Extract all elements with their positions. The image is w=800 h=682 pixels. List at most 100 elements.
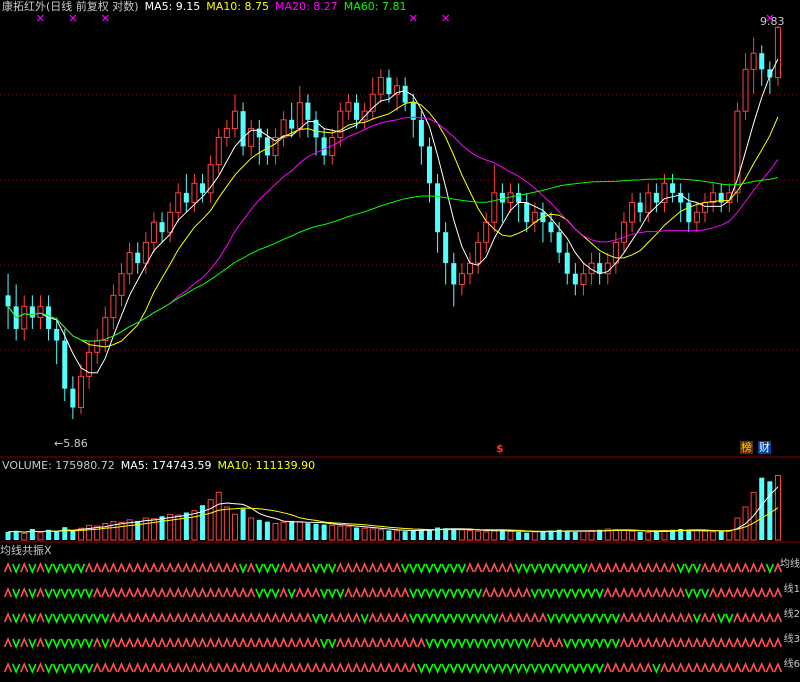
signal-4-36 <box>295 661 304 673</box>
signal-4-33 <box>271 661 280 673</box>
signal-0-37 <box>303 561 313 573</box>
signal-0-30 <box>247 561 256 573</box>
signal-1-33 <box>271 588 280 600</box>
volume-bar-38 <box>313 523 319 540</box>
signal-1-90 <box>733 586 742 598</box>
volume-bar-26 <box>215 491 222 541</box>
volume-bar-85 <box>693 529 700 541</box>
signal-2-9 <box>76 613 86 625</box>
signal-2-24 <box>198 611 207 623</box>
signal-0-56 <box>457 563 467 575</box>
signal-3-11 <box>93 636 102 648</box>
candle-body-13 <box>110 294 117 319</box>
signal-2-66 <box>538 611 548 623</box>
signal-0-3 <box>28 563 37 575</box>
signal-3-43 <box>352 636 361 648</box>
signal-2-49 <box>401 611 410 623</box>
signal-1-58 <box>473 588 483 600</box>
signal-1-70 <box>571 588 580 600</box>
signal-3-62 <box>506 638 515 650</box>
volume-bar-71 <box>580 530 587 541</box>
signal-4-34 <box>279 661 288 673</box>
signal-3-1 <box>12 638 21 650</box>
signal-0-89 <box>725 561 734 573</box>
signal-1-1 <box>12 588 21 600</box>
volume-bar-30 <box>248 517 255 541</box>
signal-3-24 <box>198 636 207 648</box>
signal-0-7 <box>60 563 69 575</box>
signal-row-label-0: 均线 <box>780 559 800 570</box>
signal-4-82 <box>668 661 677 673</box>
signal-1-25 <box>206 586 215 598</box>
signal-0-49 <box>401 563 410 575</box>
candle-body-86 <box>701 202 709 213</box>
signal-3-66 <box>538 636 548 648</box>
signal-2-29 <box>238 611 248 623</box>
signal-2-16 <box>133 611 142 623</box>
signal-2-19 <box>157 611 167 623</box>
rank-badge[interactable]: 榜 <box>740 441 753 454</box>
candle-body-28 <box>231 110 238 130</box>
signal-4-55 <box>449 663 458 675</box>
volume-bar-63 <box>516 531 522 540</box>
dollar-marker[interactable]: $ <box>496 443 504 455</box>
signal-3-42 <box>344 636 353 648</box>
signal-1-9 <box>76 588 86 600</box>
signal-1-27 <box>222 586 232 598</box>
signal-2-15 <box>125 611 134 623</box>
signal-2-71 <box>579 613 588 625</box>
signal-4-75 <box>611 661 621 673</box>
signal-4-61 <box>498 663 507 675</box>
signal-4-79 <box>644 661 653 673</box>
signal-3-87 <box>708 636 718 648</box>
candle-body-0 <box>5 295 11 307</box>
finance-badge[interactable]: 财 <box>758 441 771 454</box>
volume-bar-37 <box>305 523 311 540</box>
candle-body-80 <box>653 192 659 203</box>
signal-4-15 <box>125 661 134 673</box>
signal-2-69 <box>563 613 572 625</box>
signal-2-32 <box>263 611 272 623</box>
signal-1-48 <box>392 586 402 598</box>
signal-2-56 <box>457 613 467 625</box>
signal-4-11 <box>93 661 102 673</box>
signal-0-65 <box>530 563 539 575</box>
signal-2-44 <box>360 613 369 625</box>
signal-2-14 <box>117 611 126 623</box>
signal-3-40 <box>328 638 337 650</box>
signal-0-53 <box>433 563 442 575</box>
signal-1-38 <box>311 586 321 598</box>
signal-0-62 <box>506 561 515 573</box>
signal-1-71 <box>579 588 588 600</box>
signal-4-35 <box>287 661 296 673</box>
signal-2-39 <box>319 613 329 625</box>
signal-1-24 <box>198 586 207 598</box>
signal-3-90 <box>733 636 742 648</box>
volume-bar-52 <box>426 529 432 540</box>
volume-bar-8 <box>70 530 76 540</box>
signal-4-21 <box>174 661 183 673</box>
signal-0-26 <box>214 561 223 573</box>
signal-3-49 <box>401 636 410 648</box>
candle-body-52 <box>426 146 432 184</box>
candle-body-2 <box>21 305 28 330</box>
signal-2-46 <box>376 611 385 623</box>
signal-3-45 <box>368 636 377 648</box>
candle-body-53 <box>435 183 441 233</box>
signal-2-4 <box>36 611 45 623</box>
candle-body-82 <box>670 183 676 193</box>
signal-4-65 <box>530 663 539 675</box>
signal-0-73 <box>595 561 604 573</box>
signal-1-85 <box>692 588 702 600</box>
signal-row-label-1: 线1 <box>783 584 800 595</box>
top-marker-0 <box>37 14 44 22</box>
volume-ma5-readout: MA5: 174743.59 <box>120 459 212 472</box>
signal-4-42 <box>344 661 353 673</box>
signal-3-15 <box>125 636 134 648</box>
signal-2-2 <box>20 611 29 623</box>
signal-0-71 <box>579 563 588 575</box>
candle-body-84 <box>686 202 692 223</box>
signal-3-82 <box>668 636 677 648</box>
signal-0-55 <box>449 563 458 575</box>
candle-body-37 <box>305 102 311 120</box>
